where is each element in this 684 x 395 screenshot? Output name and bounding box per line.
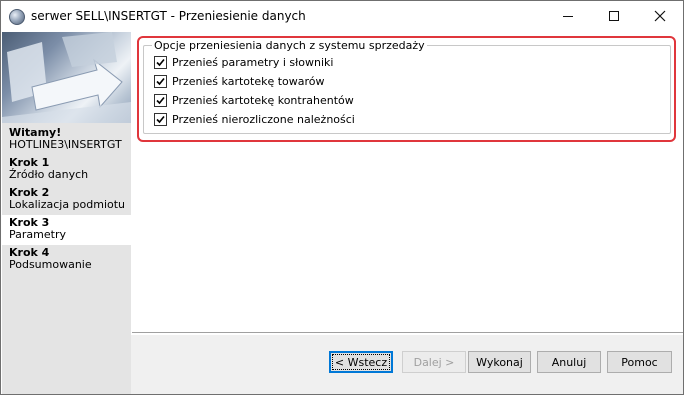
step-subtitle: Źródło danych — [9, 168, 89, 181]
option-products[interactable]: Przenieś kartotekę towarów — [154, 74, 325, 88]
wizard-sidebar: Witamy! HOTLINE3\INSERTGT Krok 1 Źródło … — [2, 32, 131, 394]
parameters-checkbox[interactable] — [154, 55, 167, 69]
app-icon — [9, 9, 25, 25]
back-button[interactable]: < Wstecz — [329, 351, 393, 373]
wizard-banner-image — [2, 32, 131, 123]
close-button[interactable] — [637, 1, 683, 31]
step-1: Krok 1 Źródło danych — [2, 155, 131, 185]
option-label: Przenieś kartotekę kontrahentów — [172, 93, 354, 107]
window-title: serwer SELL\INSERTGT - Przeniesienie dan… — [31, 9, 306, 23]
step-subtitle: Parametry — [9, 228, 66, 241]
wizard-steps: Witamy! HOTLINE3\INSERTGT Krok 1 Źródło … — [2, 125, 131, 275]
help-button[interactable]: Pomoc — [607, 351, 672, 373]
step-subtitle: Lokalizacja podmiotu — [9, 198, 126, 211]
maximize-button[interactable] — [591, 1, 637, 31]
contractors-checkbox[interactable] — [154, 93, 167, 107]
checkmark-icon — [156, 58, 165, 66]
wizard-footer: < Wstecz Dalej > Wykonaj Anuluj Pomoc — [131, 335, 683, 394]
cancel-button[interactable]: Anuluj — [537, 351, 601, 373]
option-parameters[interactable]: Przenieś parametry i słowniki — [154, 55, 333, 69]
minimize-button[interactable] — [545, 1, 591, 31]
receivables-checkbox[interactable] — [154, 112, 167, 126]
option-label: Przenieś nierozliczone należności — [172, 112, 355, 126]
step-4: Krok 4 Podsumowanie — [2, 245, 131, 275]
option-label: Przenieś parametry i słowniki — [172, 55, 334, 69]
checkmark-icon — [156, 115, 165, 123]
step-3-active: Krok 3 Parametry — [2, 215, 131, 245]
maximize-icon — [609, 11, 619, 21]
option-label: Przenieś kartotekę towarów — [172, 74, 325, 88]
close-icon — [654, 10, 666, 22]
next-button[interactable]: Dalej > — [402, 351, 466, 373]
option-contractors[interactable]: Przenieś kartotekę kontrahentów — [154, 93, 354, 107]
step-2: Krok 2 Lokalizacja podmiotu — [2, 185, 131, 215]
wizard-window: serwer SELL\INSERTGT - Przeniesienie dan… — [0, 0, 684, 395]
arrows-graphic-icon — [2, 32, 131, 123]
wizard-content: Opcje przeniesienia danych z systemu spr… — [131, 32, 683, 394]
minimize-icon — [563, 15, 573, 17]
checkmark-icon — [156, 96, 165, 104]
group-title: Opcje przeniesienia danych z systemu spr… — [152, 39, 427, 52]
checkmark-icon — [156, 77, 165, 85]
step-subtitle: Podsumowanie — [9, 258, 92, 271]
products-checkbox[interactable] — [154, 74, 167, 88]
option-receivables[interactable]: Przenieś nierozliczone należności — [154, 112, 355, 126]
execute-button[interactable]: Wykonaj — [468, 351, 531, 373]
footer-separator — [132, 332, 683, 334]
step-welcome: Witamy! HOTLINE3\INSERTGT — [2, 125, 131, 155]
title-bar[interactable]: serwer SELL\INSERTGT - Przeniesienie dan… — [1, 1, 683, 32]
transfer-options-group: Opcje przeniesienia danych z systemu spr… — [143, 39, 671, 134]
step-subtitle: HOTLINE3\INSERTGT — [9, 138, 122, 151]
